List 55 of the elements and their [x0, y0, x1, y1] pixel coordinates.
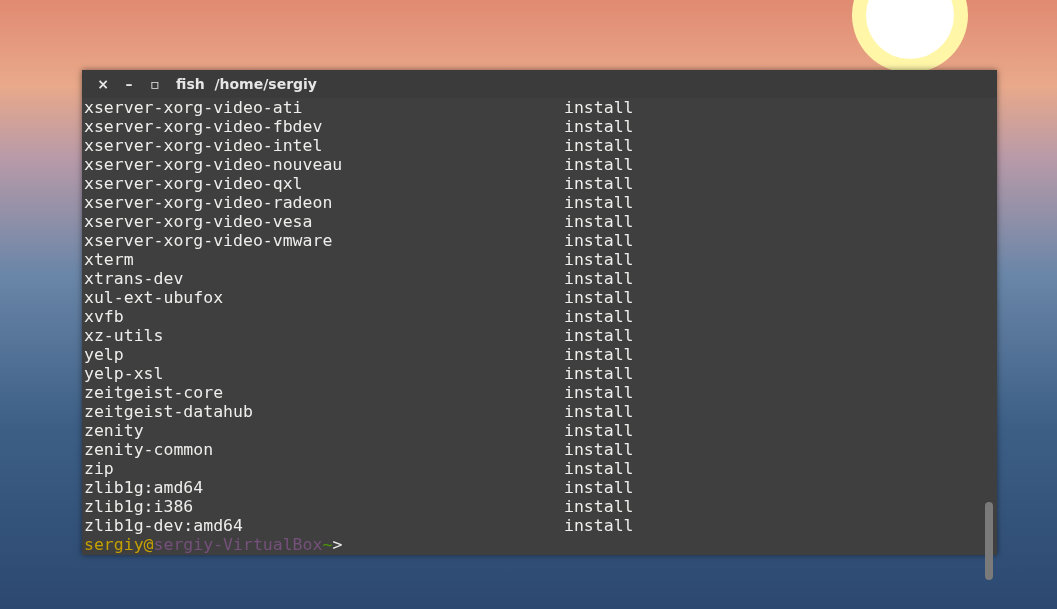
package-status: install — [564, 98, 634, 117]
package-name: xserver-xorg-video-fbdev — [84, 117, 324, 136]
package-name: zlib1g:amd64 — [84, 478, 205, 497]
prompt-text: > — [332, 535, 343, 554]
package-name: xul-ext-ubufox — [84, 288, 225, 307]
package-status: install — [564, 269, 634, 288]
prompt-text: sergiy@ — [84, 535, 154, 554]
package-status: install — [564, 117, 634, 136]
package-name: xserver-xorg-video-qxl — [84, 174, 304, 193]
prompt-text: sergiy-VirtualBox — [153, 535, 323, 554]
package-name: xvfb — [84, 307, 125, 326]
package-name: xserver-xorg-video-vmware — [84, 231, 334, 250]
package-status: install — [564, 212, 634, 231]
package-status: install — [564, 136, 634, 155]
package-status: install — [564, 231, 634, 250]
package-name: xz-utils — [84, 326, 165, 345]
package-status: install — [564, 440, 634, 459]
minimize-button[interactable]: – — [118, 76, 140, 92]
package-name: zeitgeist-core — [84, 383, 225, 402]
maximize-button[interactable]: ▫ — [144, 76, 166, 92]
package-name: xserver-xorg-video-vesa — [84, 212, 314, 231]
package-status: install — [564, 497, 634, 516]
scrollbar-thumb[interactable] — [985, 502, 993, 580]
package-name: xterm — [84, 250, 135, 269]
package-status: install — [564, 459, 634, 478]
package-status: install — [564, 421, 634, 440]
package-status: install — [564, 288, 634, 307]
package-name: xserver-xorg-video-nouveau — [84, 155, 344, 174]
package-name: yelp — [84, 345, 125, 364]
package-name: zenity — [84, 421, 145, 440]
package-status: install — [564, 383, 634, 402]
package-name: yelp-xsl — [84, 364, 165, 383]
package-status: install — [564, 326, 634, 345]
window-title: fish /home/sergiy — [176, 76, 317, 92]
package-status: install — [564, 345, 634, 364]
close-button[interactable]: × — [92, 76, 114, 92]
package-status: install — [564, 155, 634, 174]
package-status: install — [564, 174, 634, 193]
package-name: xtrans-dev — [84, 269, 185, 288]
package-name: xserver-xorg-video-intel — [84, 136, 324, 155]
package-name: zip — [84, 459, 115, 478]
package-name: xserver-xorg-video-radeon — [84, 193, 334, 212]
prompt-text: ~ — [322, 535, 333, 554]
package-status: install — [564, 193, 634, 212]
package-name: zlib1g-dev:amd64 — [84, 516, 244, 535]
package-status: install — [564, 364, 634, 383]
package-name: zenity-common — [84, 440, 215, 459]
package-status: install — [564, 402, 634, 421]
package-name: zlib1g:i386 — [84, 497, 195, 516]
package-status: install — [564, 478, 634, 497]
package-status: install — [564, 516, 634, 535]
package-status: install — [564, 250, 634, 269]
package-status: install — [564, 307, 634, 326]
package-name: xserver-xorg-video-ati — [84, 98, 304, 117]
package-name: zeitgeist-datahub — [84, 402, 254, 421]
